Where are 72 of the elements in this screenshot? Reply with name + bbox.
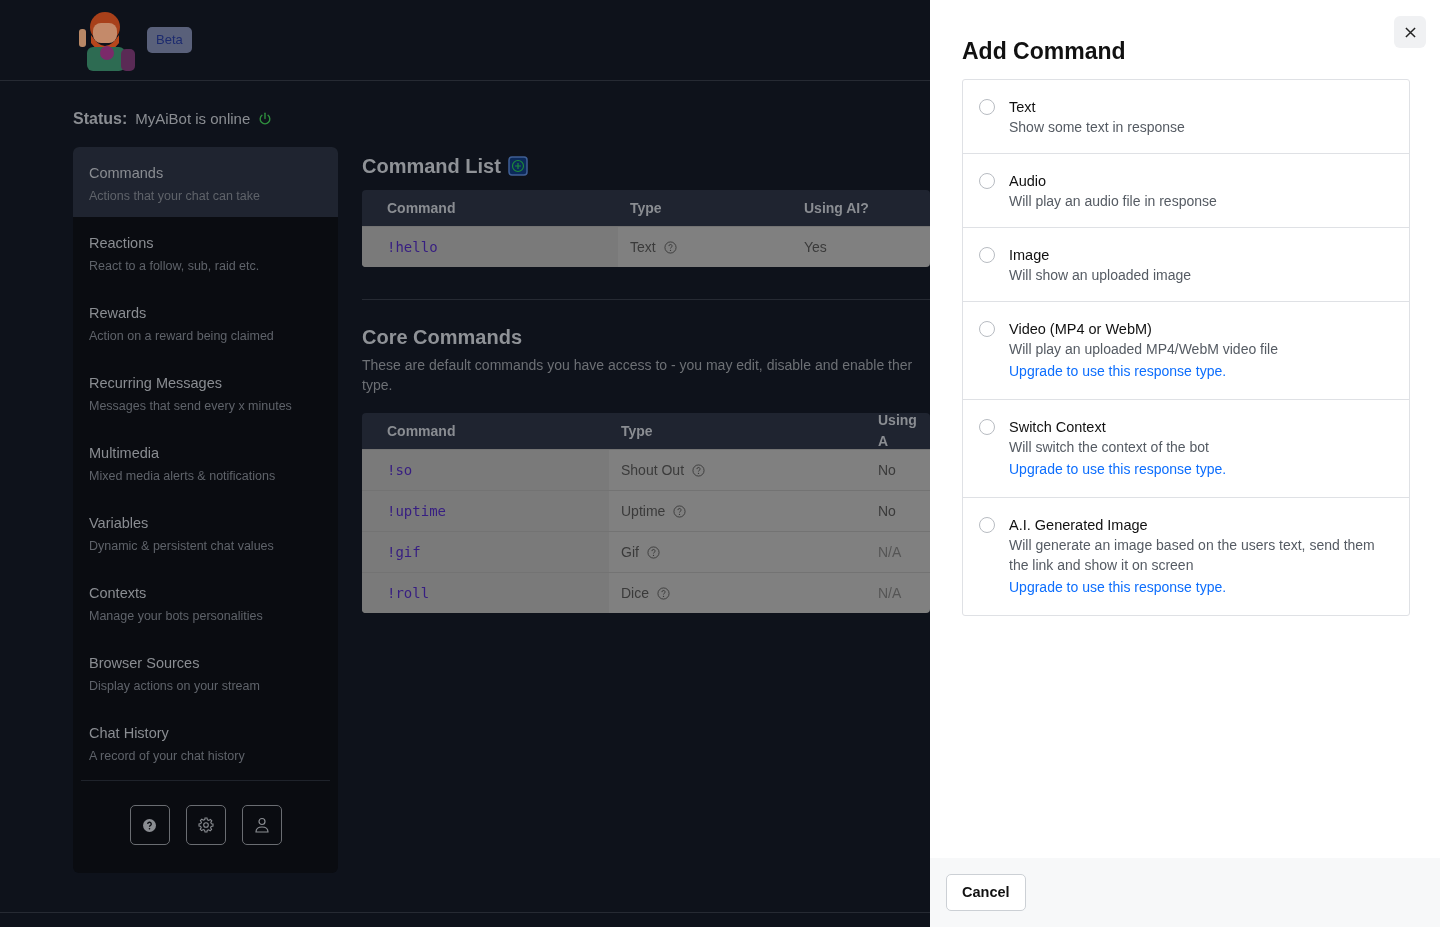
option-title: Audio bbox=[1009, 171, 1048, 191]
settings-icon bbox=[197, 817, 214, 833]
help-icon bbox=[143, 818, 156, 832]
sidebar-item[interactable]: Multimedia Mixed media alerts & notifications bbox=[73, 427, 338, 497]
sidebar-item[interactable]: Chat History A record of your chat history bbox=[73, 707, 338, 777]
column-header: Type bbox=[620, 421, 654, 441]
help-icon bbox=[692, 463, 706, 477]
option-description: Show some text in response bbox=[1009, 117, 1185, 137]
command-name: !so bbox=[387, 460, 413, 480]
ai-status: No bbox=[878, 462, 896, 478]
command-type: Dice bbox=[621, 583, 649, 603]
response-type-option[interactable]: Video (MP4 or WebM) Will play an uploaded MP4/WebM video file Upgrade to use this response type. bbox=[963, 300, 1409, 399]
help-icon bbox=[657, 586, 670, 600]
option-description: Will switch the context of the bot bbox=[1009, 437, 1210, 457]
option-description: Will play an uploaded MP4/WebM video file bbox=[1009, 339, 1278, 359]
settings-button[interactable] bbox=[185, 805, 226, 845]
upgrade-link[interactable]: Upgrade to use this response type. bbox=[1009, 458, 1227, 479]
cancel-button[interactable]: Cancel bbox=[946, 873, 1026, 912]
response-type-option[interactable]: Audio Will play an audio file in response bbox=[963, 152, 1409, 227]
sidebar-item[interactable]: Variables Dynamic & persistent chat values bbox=[73, 497, 338, 567]
command-type: Gif bbox=[621, 542, 639, 562]
column-header: Command bbox=[386, 421, 457, 441]
column-header: Using AI? bbox=[803, 198, 870, 218]
status-text: MyAiBot is online bbox=[135, 108, 251, 129]
upgrade-link[interactable]: Upgrade to use this response type. bbox=[1009, 576, 1227, 597]
response-type-option[interactable]: Text Show some text in response bbox=[963, 79, 1409, 153]
option-description: Will play an audio file in response bbox=[1009, 191, 1217, 211]
response-type-option[interactable]: Image Will show an uploaded image bbox=[963, 226, 1409, 301]
panel-title: Add Command bbox=[962, 37, 1126, 66]
ai-status: No bbox=[878, 503, 896, 519]
column-header: Type bbox=[629, 198, 663, 218]
ai-status: Yes bbox=[804, 239, 827, 255]
sidebar-item[interactable]: Rewards Action on a reward being claimed bbox=[73, 287, 338, 357]
sidebar-item[interactable]: Commands Actions that your chat can take bbox=[73, 147, 338, 217]
sidebar-item[interactable]: Contexts Manage your bots personalities bbox=[73, 567, 338, 637]
upgrade-link[interactable]: Upgrade to use this response type. bbox=[1009, 360, 1227, 381]
command-type: Shout Out bbox=[621, 460, 685, 480]
option-title: Image bbox=[1009, 245, 1051, 265]
option-description: Will show an uploaded image bbox=[1009, 265, 1192, 285]
column-header: Command bbox=[386, 198, 457, 218]
option-title: Switch Context bbox=[1009, 417, 1107, 437]
command-type: Text bbox=[630, 237, 656, 257]
profile-button[interactable] bbox=[241, 805, 282, 845]
command-name: !gif bbox=[387, 542, 421, 562]
beta-badge: Beta bbox=[147, 27, 192, 53]
section-title: Core Commands bbox=[362, 325, 523, 350]
status-label: Status: bbox=[73, 109, 128, 129]
option-title: Text bbox=[1009, 97, 1037, 117]
response-type-option[interactable]: A.I. Generated Image Will generate an image based on the users text, send them the link and show it on screen Upgrade to use this response type. bbox=[963, 496, 1409, 615]
option-description: Will generate an image based on the users text, send them the link and show it on screen bbox=[1009, 535, 1376, 575]
help-button[interactable] bbox=[129, 805, 170, 845]
user-icon bbox=[254, 817, 269, 833]
option-title: Video (MP4 or WebM) bbox=[1009, 319, 1153, 339]
command-name: !hello bbox=[387, 237, 438, 257]
close-button[interactable] bbox=[1394, 16, 1426, 48]
description-text: type. bbox=[362, 376, 394, 395]
section-title: Command List bbox=[362, 154, 501, 179]
help-icon bbox=[663, 240, 677, 254]
help-icon bbox=[646, 545, 660, 559]
response-type-option[interactable]: Switch Context Will switch the context of the bot Upgrade to use this response type. bbox=[963, 398, 1409, 497]
column-header: Using A bbox=[877, 413, 918, 451]
add-icon[interactable] bbox=[507, 156, 528, 176]
option-title: A.I. Generated Image bbox=[1009, 515, 1149, 535]
command-type: Uptime bbox=[621, 501, 666, 521]
sidebar-item[interactable]: Reactions React to a follow, sub, raid etc. bbox=[73, 217, 338, 287]
help-icon bbox=[673, 504, 687, 518]
sidebar-item[interactable]: Recurring Messages Messages that send every x minutes bbox=[73, 357, 338, 427]
command-name: !roll bbox=[387, 583, 430, 603]
sidebar-item[interactable]: Browser Sources Display actions on your stream bbox=[73, 637, 338, 707]
command-name: !uptime bbox=[387, 501, 446, 521]
description-text: These are default commands you have access to - you may edit, disable and enable ther bbox=[362, 356, 914, 375]
close-icon bbox=[1404, 26, 1416, 38]
